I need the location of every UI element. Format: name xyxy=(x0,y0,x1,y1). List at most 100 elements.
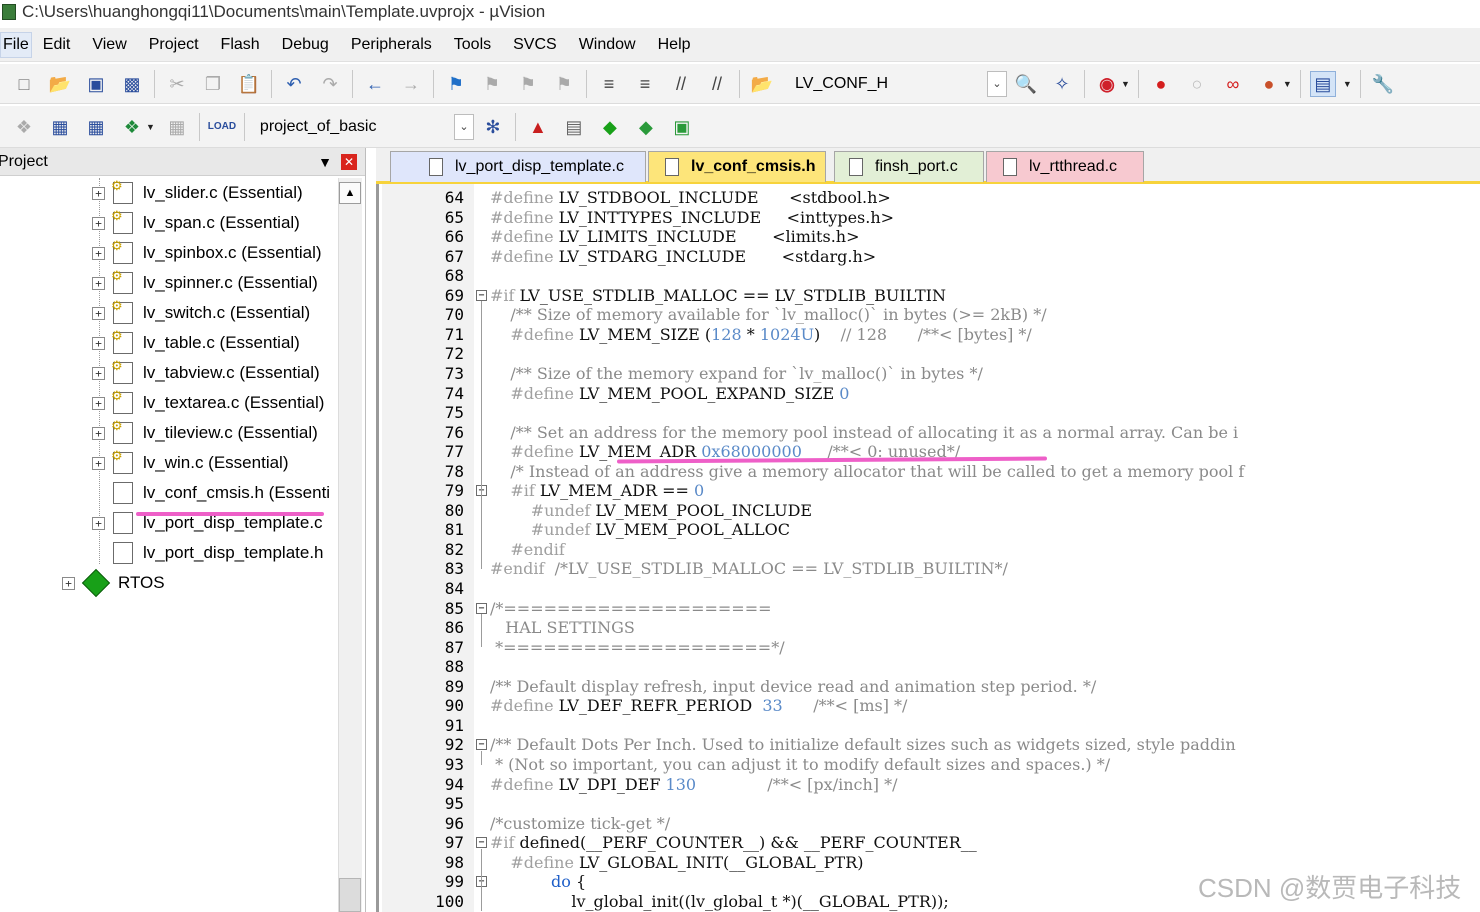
menu-project[interactable]: Project xyxy=(138,32,210,58)
expand-icon[interactable]: + xyxy=(92,366,105,380)
find-in-files-icon[interactable]: 📂 xyxy=(749,71,775,97)
incremental-find-icon[interactable]: ✧ xyxy=(1049,71,1075,97)
undo-icon[interactable]: ↶ xyxy=(281,71,307,97)
code-line[interactable]: do { xyxy=(490,872,586,892)
bookmark-clear-icon[interactable]: ⚑ xyxy=(551,71,577,97)
menu-flash[interactable]: Flash xyxy=(210,32,271,58)
bookmark-toggle-icon[interactable]: ⚑ xyxy=(443,71,469,97)
navigate-forward-icon[interactable]: → xyxy=(398,71,424,97)
unindent-icon[interactable]: ≡ xyxy=(632,71,658,97)
save-icon[interactable]: ▣ xyxy=(83,71,109,97)
code-line[interactable]: * (Not so important, you can adjust it t… xyxy=(490,755,1110,775)
fold-toggle-icon[interactable]: − xyxy=(476,739,487,751)
configure-wrench-icon[interactable]: 🔧 xyxy=(1370,71,1396,97)
manage-multi-project-icon[interactable]: ▤ xyxy=(561,114,587,140)
menu-svcs[interactable]: SVCS xyxy=(502,32,568,58)
menu-tools[interactable]: Tools xyxy=(443,32,502,58)
find-icon[interactable]: 🔍 xyxy=(1013,71,1039,97)
tree-item-rtos[interactable]: + RTOS xyxy=(62,568,165,598)
window-layout-icon[interactable]: ▤ xyxy=(1309,70,1336,97)
chevron-down-icon[interactable]: ▼ xyxy=(146,122,155,132)
project-tree-scrollbar[interactable]: ▲ xyxy=(338,178,362,912)
manage-rte-icon[interactable]: ◆ xyxy=(597,114,623,140)
chevron-down-icon[interactable]: ▼ xyxy=(1343,79,1352,89)
menu-peripherals[interactable]: Peripherals xyxy=(340,32,443,58)
expand-icon[interactable]: + xyxy=(92,246,105,260)
breakpoint-disable-all-icon[interactable]: ∞ xyxy=(1220,71,1246,97)
code-line[interactable]: #define LV_GLOBAL_INIT(__GLOBAL_PTR) xyxy=(490,853,863,873)
menu-view[interactable]: View xyxy=(81,32,137,58)
project-target-combo[interactable]: project_of_basic ⌄ xyxy=(249,113,475,141)
expand-icon[interactable]: + xyxy=(92,306,105,320)
navigate-back-icon[interactable]: ← xyxy=(362,71,388,97)
close-icon[interactable]: ✕ xyxy=(341,153,357,170)
cut-icon[interactable]: ✂ xyxy=(164,71,190,97)
tree-item[interactable]: + ⚙ lv_spinbox.c (Essential) xyxy=(92,238,322,268)
code-line[interactable]: #define LV_MEM_SIZE (128 * 1024U) // 128… xyxy=(490,325,1031,345)
expand-icon[interactable]: + xyxy=(92,336,105,350)
code-line[interactable]: #define LV_STDBOOL_INCLUDE <stdbool.h> xyxy=(490,188,891,208)
chevron-down-icon[interactable]: ▼ xyxy=(1283,79,1292,89)
chevron-down-icon[interactable]: ⌄ xyxy=(987,70,1007,97)
tree-item[interactable]: + ⚙ lv_win.c (Essential) xyxy=(92,448,289,478)
code-line[interactable]: *====================*/ xyxy=(490,638,785,658)
tab-lv-conf-cmsis-h[interactable]: lv_conf_cmsis.h xyxy=(648,151,826,182)
code-line[interactable]: /* Instead of an address give a memory a… xyxy=(490,462,1244,482)
menu-help[interactable]: Help xyxy=(647,32,702,58)
save-all-icon[interactable]: ▩ xyxy=(119,71,145,97)
expand-icon[interactable]: + xyxy=(92,516,105,530)
redo-icon[interactable]: ↷ xyxy=(317,71,343,97)
breakpoint-enable-icon[interactable]: ○ xyxy=(1184,71,1210,97)
new-file-icon[interactable]: □ xyxy=(11,71,37,97)
tree-item[interactable]: + ⚙ lv_span.c (Essential) xyxy=(92,208,300,238)
download-load-icon[interactable]: LOAD xyxy=(208,114,236,140)
scroll-up-icon[interactable]: ▲ xyxy=(339,182,361,204)
code-editor[interactable]: 64 65 66 67 68 69 70 71 72 73 74 75 76 77 78 79 80 81 82 83… xyxy=(376,184,1480,912)
breakpoint-kill-all-icon[interactable]: ● xyxy=(1256,71,1282,97)
code-line[interactable]: /** Size of memory available for `lv_mal… xyxy=(490,305,1046,325)
code-line[interactable]: #if LV_MEM_ADR == 0 xyxy=(490,481,704,501)
code-area[interactable]: #define LV_STDBOOL_INCLUDE <stdbool.h> #d… xyxy=(490,184,1480,912)
code-line[interactable]: #if defined(__PERF_COUNTER__) && __PERF_… xyxy=(490,833,977,853)
code-line[interactable]: #define LV_LIMITS_INCLUDE <limits.h> xyxy=(490,227,859,247)
code-line[interactable]: #undef LV_MEM_POOL_INCLUDE xyxy=(490,501,812,521)
bookmark-prev-icon[interactable]: ⚑ xyxy=(479,71,505,97)
comment-icon[interactable]: // xyxy=(668,71,694,97)
debug-session-icon[interactable]: ◉ xyxy=(1094,71,1120,97)
tree-item[interactable]: + ⚙ lv_slider.c (Essential) xyxy=(92,178,303,208)
translate-icon[interactable]: ❖ xyxy=(11,114,37,140)
code-line[interactable]: #define LV_INTTYPES_INCLUDE <inttypes.h> xyxy=(490,208,894,228)
code-line[interactable]: /*==================== xyxy=(490,599,772,619)
code-line[interactable]: /** Set an address for the memory pool i… xyxy=(490,423,1238,443)
code-line[interactable]: #endif /*LV_USE_STDLIB_MALLOC == LV_STDL… xyxy=(490,559,1008,579)
code-line[interactable]: /** Default display refresh, input devic… xyxy=(490,677,1096,697)
scrollbar-thumb[interactable] xyxy=(339,878,361,912)
expand-icon[interactable]: + xyxy=(92,216,105,230)
bookmark-next-icon[interactable]: ⚑ xyxy=(515,71,541,97)
tree-item[interactable]: + ⚙ lv_spinner.c (Essential) xyxy=(92,268,318,298)
menu-debug[interactable]: Debug xyxy=(271,32,340,58)
code-line[interactable]: #define LV_STDARG_INCLUDE <stdarg.h> xyxy=(490,247,876,267)
tree-item[interactable]: lv_port_disp_template.h xyxy=(92,538,324,568)
target-options-icon[interactable]: ✻ xyxy=(480,114,506,140)
code-line[interactable]: #undef LV_MEM_POOL_ALLOC xyxy=(490,520,790,540)
rebuild-icon[interactable]: ▦ xyxy=(83,114,109,140)
code-line[interactable]: /** Size of the memory expand for `lv_ma… xyxy=(490,364,983,384)
target-combo[interactable]: LV_CONF_H ⌄ xyxy=(784,70,1008,98)
code-line[interactable]: #define LV_DPI_DEF 130 /**< [px/inch] */ xyxy=(490,775,897,795)
expand-icon[interactable]: + xyxy=(92,426,105,440)
batch-build-icon[interactable]: ❖ xyxy=(119,114,145,140)
stop-build-icon[interactable]: ▦ xyxy=(164,114,190,140)
code-line[interactable]: #if LV_USE_STDLIB_MALLOC == LV_STDLIB_BU… xyxy=(490,286,946,306)
tree-item[interactable]: + ⚙ lv_tabview.c (Essential) xyxy=(92,358,320,388)
tab-lv-port-disp-template-c[interactable]: lv_port_disp_template.c xyxy=(390,151,646,182)
select-packs-icon[interactable]: ◆ xyxy=(633,114,659,140)
menu-edit[interactable]: Edit xyxy=(32,32,82,58)
indent-icon[interactable]: ≡ xyxy=(596,71,622,97)
code-line[interactable]: #endif xyxy=(490,540,564,560)
code-line[interactable]: lv_global_init((lv_global_t *)(__GLOBAL_… xyxy=(490,892,948,912)
code-line[interactable]: #define LV_MEM_POOL_EXPAND_SIZE 0 xyxy=(490,384,849,404)
paste-icon[interactable]: 📋 xyxy=(236,71,262,97)
expand-icon[interactable]: + xyxy=(92,456,105,470)
expand-icon[interactable]: + xyxy=(92,276,105,290)
